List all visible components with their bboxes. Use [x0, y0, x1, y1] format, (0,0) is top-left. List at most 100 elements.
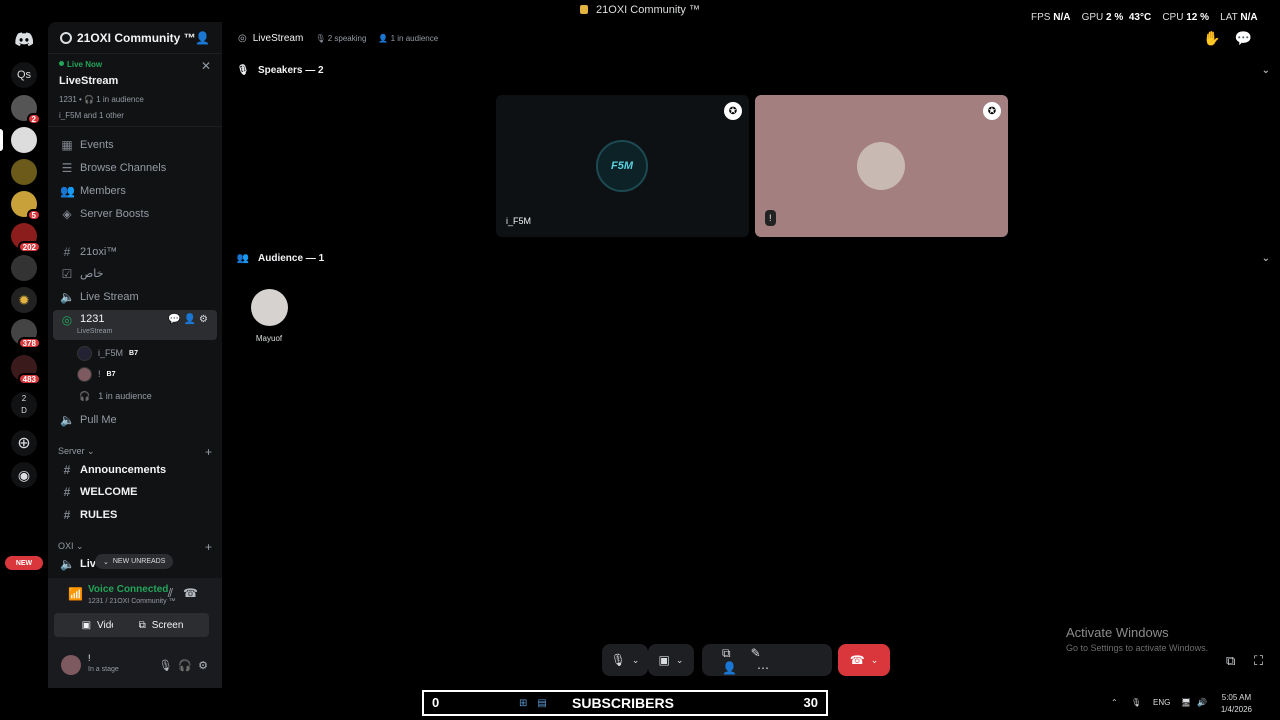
signal-icon[interactable]: 📶	[68, 587, 83, 601]
voice-user-bang[interactable]: ! B7	[77, 365, 115, 383]
channel-private[interactable]: ☑ خاص	[53, 263, 217, 284]
channel-actions[interactable]: 💬👤⚙	[168, 314, 211, 325]
chevron-down-icon: ⌄	[103, 558, 109, 566]
system-clock[interactable]: 5:05 AM 1/4/2026	[1221, 692, 1252, 716]
channel-rules[interactable]: # RULES	[53, 504, 217, 525]
invite-speaker-icon[interactable]: 👤	[722, 661, 757, 675]
hash-icon: #	[63, 462, 71, 477]
channel-pull-me[interactable]: 🔈 Pull Me	[53, 409, 217, 430]
folder-icon[interactable]: ▤	[537, 698, 556, 709]
channel-live-stream[interactable]: 🔈 Live Stream	[53, 286, 217, 307]
microphone-icon[interactable]: 🎙	[1131, 698, 1141, 707]
nav-members[interactable]: 👥 Members	[53, 180, 217, 201]
user-controls[interactable]: 🎙🎧⚙	[158, 659, 214, 672]
voice-controls[interactable]: ⫽☎	[168, 586, 208, 601]
sun-icon: ✹	[18, 291, 30, 308]
guild-icon	[60, 31, 72, 44]
screen-share-icon[interactable]: ⧉	[722, 646, 751, 660]
chevron-down-icon[interactable]: ⌄	[1262, 65, 1270, 76]
speaker-tile-i-f5m[interactable]: F5M ✪ i_F5M	[496, 95, 749, 237]
plus-icon[interactable]: +	[205, 445, 212, 459]
chevron-down-icon[interactable]: ⌄	[1262, 253, 1270, 264]
screen-button[interactable]: ⧉ Screen	[113, 613, 209, 637]
leave-stage-button[interactable]: ☎ ⌄	[838, 644, 890, 676]
user-panel: ! In a stage 🎙🎧⚙	[48, 648, 222, 688]
more-icon[interactable]: ⋯	[757, 661, 789, 675]
server-qs[interactable]: Qs	[11, 62, 37, 88]
server-icon-8[interactable]: 378	[11, 319, 41, 349]
live-now-card[interactable]: Live Now LiveStream 1231 • 🎧 1 in audien…	[48, 55, 222, 127]
network-icon[interactable]: 🖥	[1181, 698, 1191, 707]
mute-button[interactable]: 🎙 ⌄	[602, 644, 648, 676]
stage-header: ◎ LiveStream 🎙 2 speaking 👤 1 in audienc…	[222, 22, 1280, 54]
language-indicator[interactable]: ENG	[1153, 698, 1170, 707]
taskbar-apps[interactable]: ⊞▤	[519, 698, 557, 709]
mention-badge: 202	[17, 241, 41, 253]
guild-header[interactable]: 21OXI Community ™ ⌄ 👤	[48, 22, 222, 54]
voice-user-i-f5m[interactable]: i_F5M B7	[77, 344, 138, 362]
audience-member[interactable]: Mayuof	[250, 289, 288, 343]
server-folder[interactable]: 2D	[11, 392, 37, 418]
channel-21oxi[interactable]: #21oxi™	[53, 241, 217, 262]
close-icon[interactable]: ✕	[201, 59, 211, 73]
screen-share-icon: ⧉	[138, 619, 146, 631]
moderator-icon: ✪	[724, 102, 742, 120]
invite-icon[interactable]: 👤	[195, 31, 210, 45]
activity-icon[interactable]: ✎	[751, 646, 781, 660]
server-rail: Qs 2 5 202 ✹ 378 483 2D ⊕ ◉ NEW	[0, 22, 48, 688]
audience-name: Mayuof	[255, 334, 283, 343]
new-badge[interactable]: NEW	[5, 556, 43, 570]
plus-icon[interactable]: +	[205, 540, 212, 554]
noise-suppression-icon[interactable]: ⫽	[168, 586, 183, 600]
channel-1231-active[interactable]: ◎ 1231 LiveStream 💬👤⚙	[53, 310, 217, 340]
voice-status[interactable]: Voice Connected	[88, 584, 168, 595]
microphone-icon[interactable]: 🎙	[158, 660, 178, 672]
avatar[interactable]	[61, 655, 81, 675]
audience-count-row[interactable]: 🎧 1 in audience	[77, 387, 152, 405]
add-server-button[interactable]: ⊕	[11, 430, 37, 456]
voice-location[interactable]: 1231 / 21OXI Community ™	[88, 598, 176, 605]
channel-welcome[interactable]: # WELCOME	[53, 481, 217, 502]
server-icon-4[interactable]: 5	[11, 191, 41, 221]
avatar	[77, 345, 92, 361]
speakers-section-header[interactable]: 🎙 Speakers — 2 ⌄	[236, 60, 1270, 80]
popout-icon[interactable]: ⧉	[1226, 653, 1235, 669]
server-icon-6[interactable]	[11, 255, 37, 281]
chevron-down-icon: ⌄	[870, 654, 879, 665]
username[interactable]: !	[88, 653, 91, 663]
server-icon-9[interactable]: 483	[11, 355, 41, 385]
speaking-count: 🎙 2 speaking	[315, 33, 367, 43]
raise-hand-icon[interactable]: ✋	[1203, 30, 1234, 46]
category-server[interactable]: Server ⌄ +	[58, 445, 212, 459]
category-oxi[interactable]: OXI ⌄ +	[58, 540, 212, 554]
header-actions[interactable]: ✋💬	[1203, 30, 1266, 47]
server-icon-2[interactable]	[11, 127, 37, 153]
speaker-tile-bang[interactable]: ✪ !	[755, 95, 1008, 237]
compass-icon: ◉	[17, 466, 31, 483]
new-unreads-pill[interactable]: ⌄ NEW UNREADS	[95, 554, 174, 569]
server-icon-3[interactable]	[11, 159, 37, 185]
chevron-down-icon: ⌄	[675, 654, 684, 665]
discover-button[interactable]: ◉	[11, 462, 37, 488]
chevron-up-icon[interactable]: ⌃	[1111, 698, 1118, 707]
server-icon-5[interactable]: 202	[11, 223, 41, 253]
server-icon-1[interactable]: 2	[11, 95, 41, 125]
nav-browse-channels[interactable]: ☰ Browse Channels	[53, 157, 217, 178]
volume-icon[interactable]: 🔊	[1197, 698, 1207, 707]
disconnect-icon[interactable]: ☎	[183, 586, 208, 600]
channel-announcements[interactable]: # Announcements	[53, 459, 217, 480]
headphones-icon[interactable]: 🎧	[178, 660, 198, 672]
home-button[interactable]	[11, 26, 37, 52]
hash-icon: #	[63, 484, 71, 499]
audience-section-header[interactable]: 👥 Audience — 1 ⌄	[236, 248, 1270, 268]
stage-icon: ◎	[61, 313, 73, 327]
camera-button[interactable]: ▣ ⌄	[648, 644, 694, 676]
windows-icon[interactable]: ⊞	[519, 698, 537, 709]
server-icon-7[interactable]: ✹	[11, 287, 37, 313]
gear-icon[interactable]: ⚙	[198, 660, 214, 672]
fullscreen-icon[interactable]: ⛶	[1254, 653, 1263, 669]
nav-server-boosts[interactable]: ◈ Server Boosts	[53, 203, 217, 224]
video-off-icon: ▣	[658, 653, 670, 667]
chat-icon[interactable]: 💬	[1235, 30, 1266, 46]
nav-events[interactable]: ▦ Events	[53, 134, 217, 155]
